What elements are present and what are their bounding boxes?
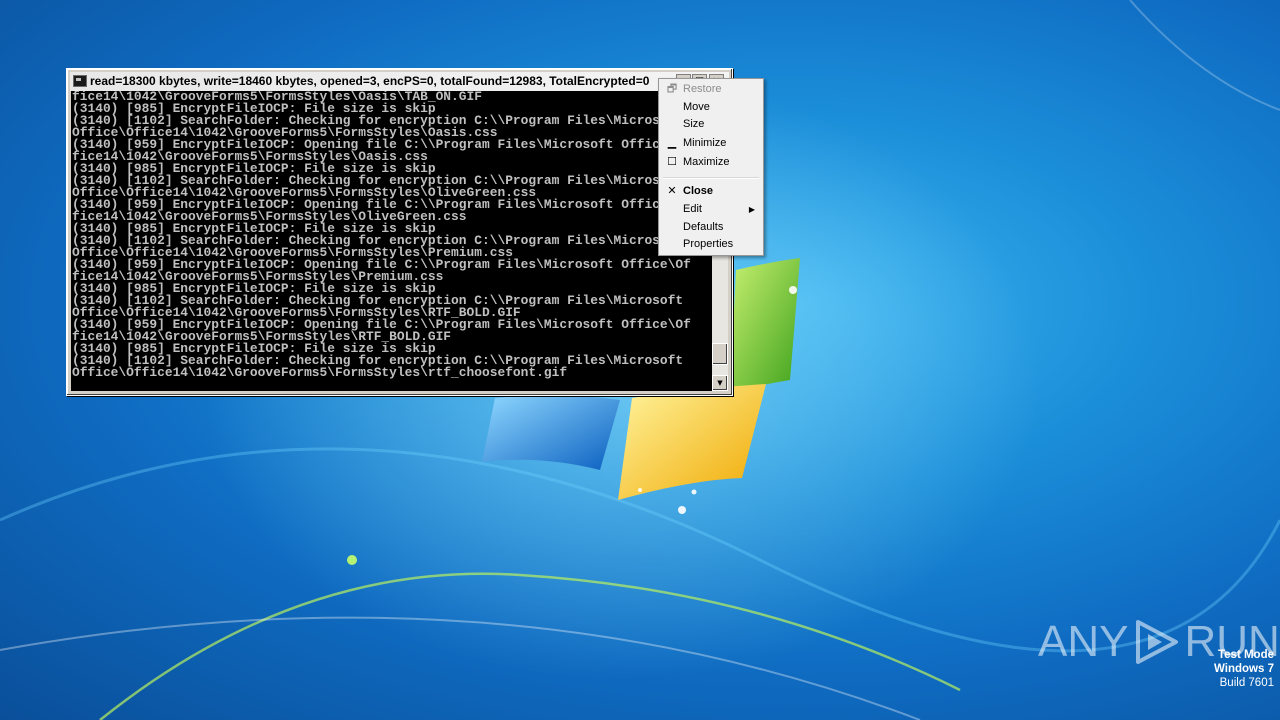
system-menu[interactable]: 🗗 Restore Move Size ▁ Minimize ☐ Maximize ✕ Close…	[658, 78, 764, 256]
menu-item-label: Move	[683, 101, 710, 113]
menu-item-label: Size	[683, 118, 705, 130]
menu-item-label: Defaults	[683, 221, 724, 233]
console-app-icon[interactable]	[73, 75, 87, 87]
scroll-down-arrow-icon[interactable]: ▼	[712, 375, 728, 391]
close-icon: ✕	[667, 185, 677, 197]
menu-item-maximize[interactable]: ☐ Maximize	[661, 154, 761, 171]
menu-item-label: Close	[683, 185, 713, 197]
menu-item-label: Properties	[683, 238, 734, 250]
submenu-arrow-icon: ▶	[748, 205, 755, 214]
menu-separator	[663, 177, 759, 179]
title-bar[interactable]: read=18300 kbytes, write=18460 kbytes, o…	[70, 72, 729, 91]
menu-item-restore[interactable]: 🗗 Restore	[661, 81, 761, 98]
play-icon	[1136, 620, 1179, 664]
menu-item-properties[interactable]: Properties	[661, 236, 761, 253]
desktop[interactable]: read=18300 kbytes, write=18460 kbytes, o…	[0, 0, 1280, 720]
console-line: Office\Office14\1042\GrooveForms5\FormsS…	[72, 365, 568, 380]
restore-icon: 🗗	[666, 83, 678, 95]
test-mode-label: Test Mode	[1217, 649, 1274, 661]
window-title: read=18300 kbytes, write=18460 kbytes, o…	[90, 74, 650, 88]
menu-item-edit[interactable]: Edit ▶	[661, 201, 761, 218]
menu-item-label: Minimize	[683, 137, 727, 149]
os-name-label: Windows 7	[1214, 663, 1274, 675]
menu-item-label: Maximize	[683, 156, 730, 168]
menu-item-label: Restore	[683, 83, 722, 95]
scrollbar-thumb[interactable]	[712, 343, 728, 365]
console-output[interactable]: fice14\1042\GrooveForms5\FormsStyles\Oas…	[71, 91, 712, 391]
menu-item-close[interactable]: ✕ Close	[661, 183, 761, 200]
menu-item-label: Edit	[683, 203, 702, 215]
maximize-icon: ☐	[667, 156, 677, 168]
menu-item-defaults[interactable]: Defaults	[661, 219, 761, 236]
console-window[interactable]: read=18300 kbytes, write=18460 kbytes, o…	[66, 68, 733, 396]
menu-item-minimize[interactable]: ▁ Minimize	[661, 135, 761, 152]
minimize-icon: ▁	[667, 137, 677, 149]
menu-item-size[interactable]: Size	[661, 116, 761, 133]
build-label: Build 7601	[1219, 677, 1274, 689]
os-info: Test Mode Windows 7 Build 7601	[1214, 648, 1274, 690]
watermark-left-text: ANY	[1038, 617, 1129, 666]
menu-item-move[interactable]: Move	[661, 99, 761, 116]
console-log: fice14\1042\GrooveForms5\FormsStyles\Oas…	[71, 91, 712, 379]
